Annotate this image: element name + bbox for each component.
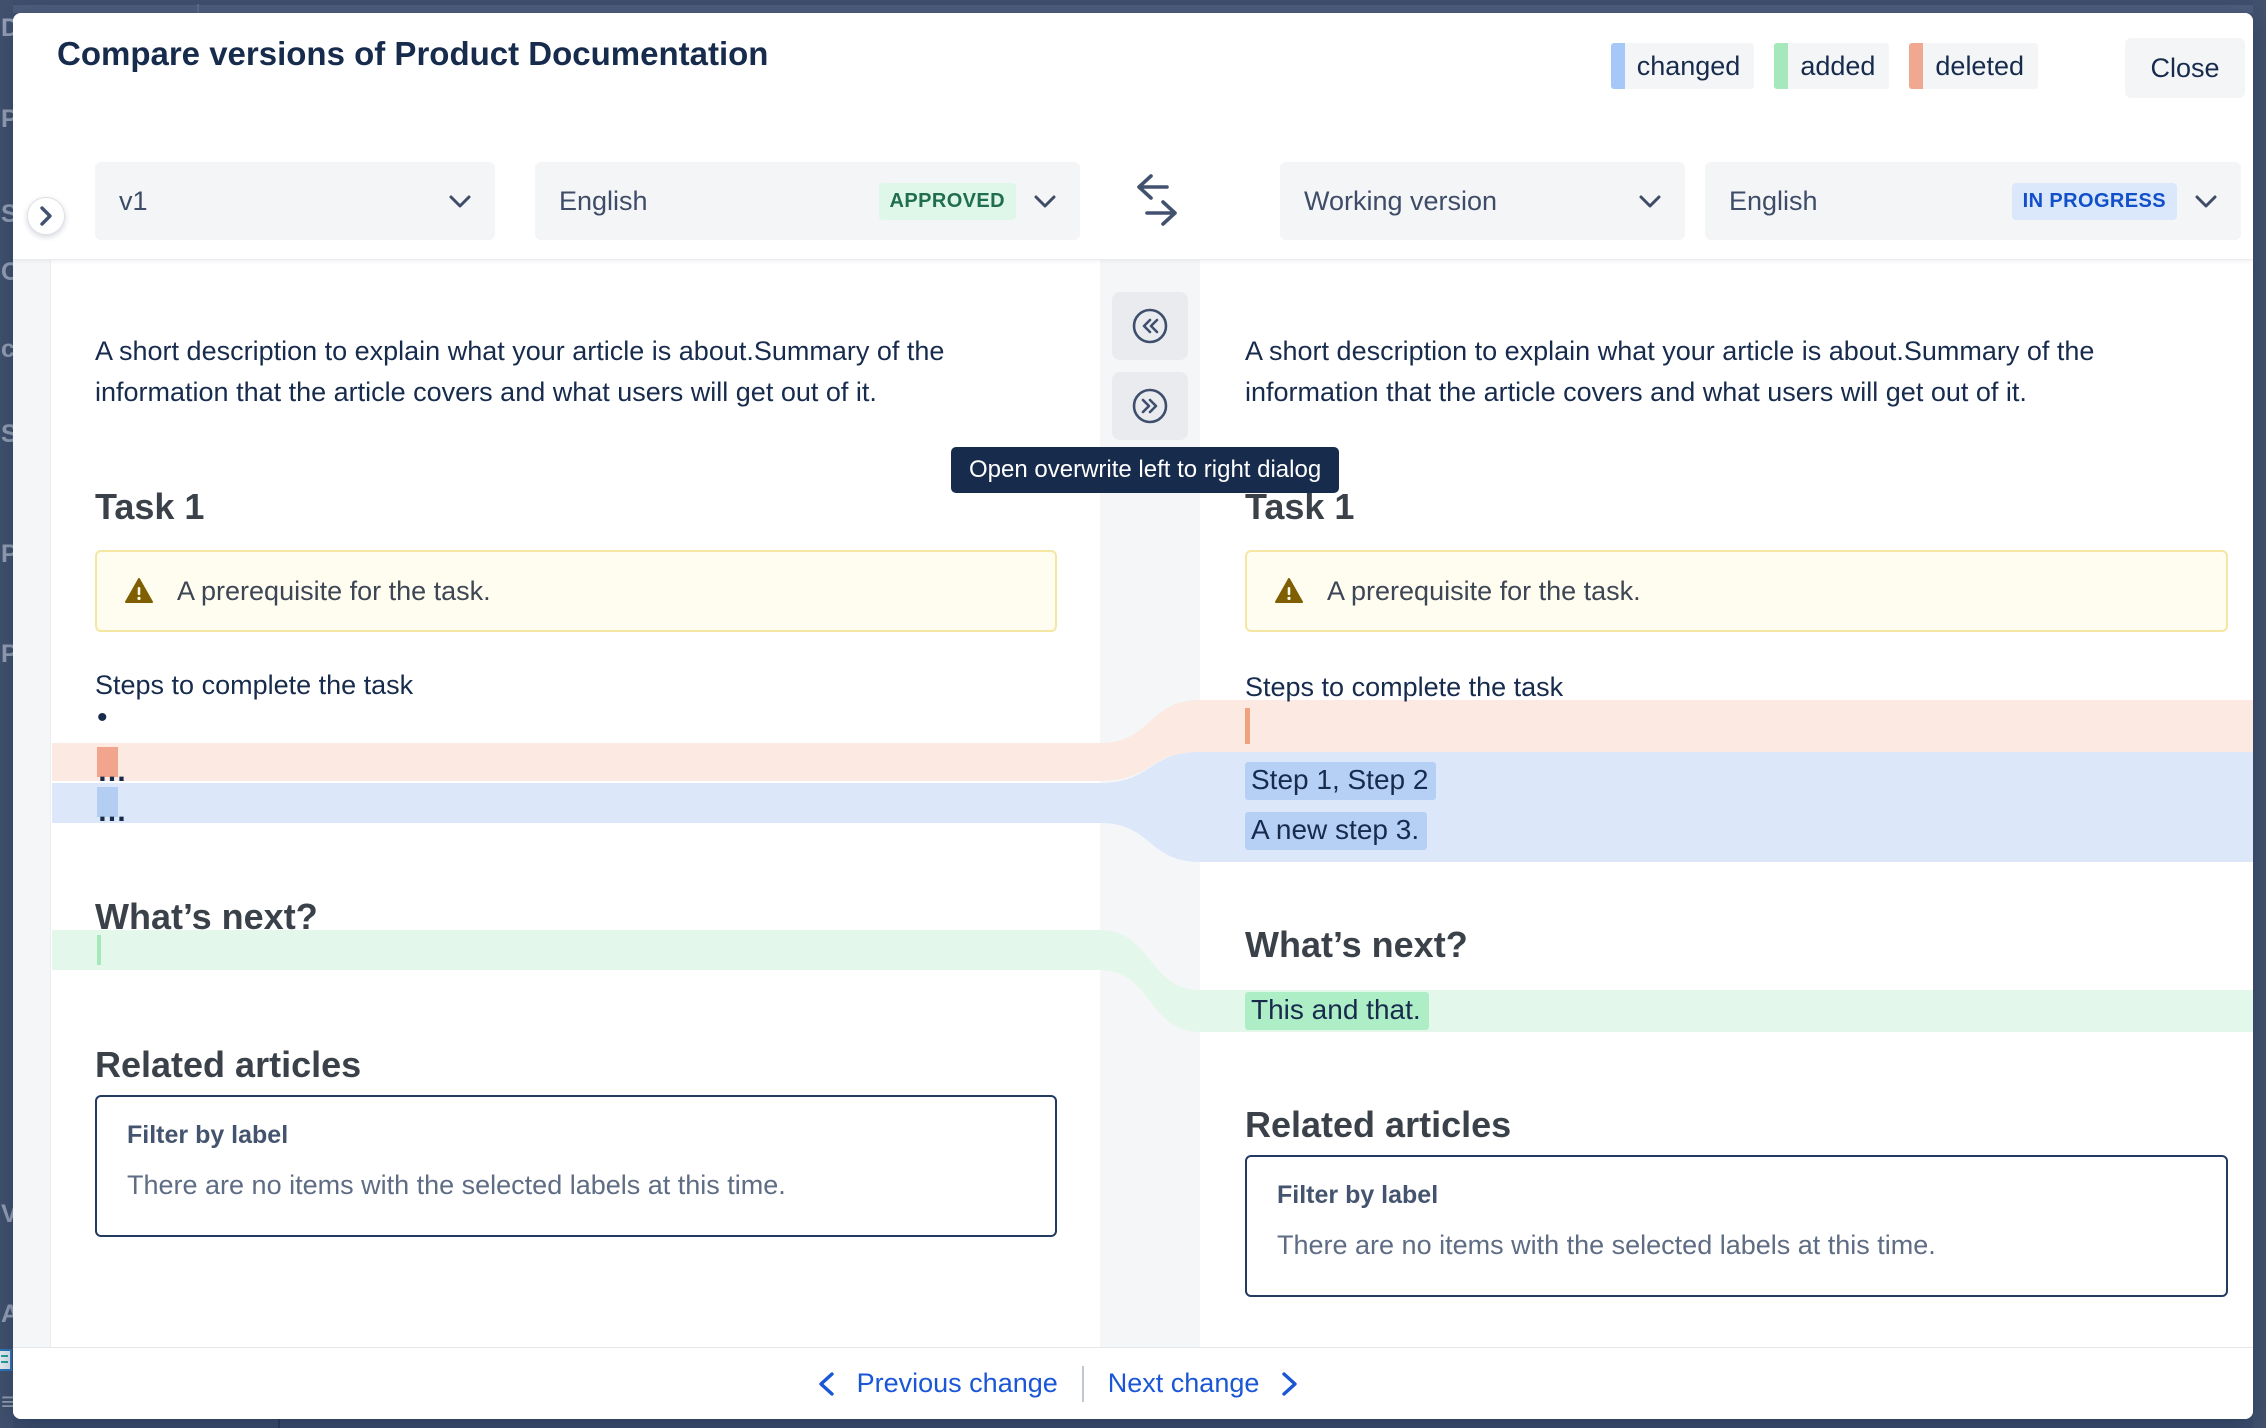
legend-label: deleted	[1923, 43, 2038, 89]
chevron-right-icon	[1281, 1371, 1299, 1397]
left-changed-row: …	[52, 783, 1100, 823]
changed-text-line: Step 1, Step 2	[1245, 764, 1436, 796]
double-chevron-right-circle-icon	[1131, 387, 1169, 425]
overwrite-left-to-right-button[interactable]	[1112, 372, 1188, 440]
page-bottom-divider	[278, 1419, 280, 1428]
previous-change-button[interactable]: Previous change	[817, 1368, 1058, 1399]
filter-empty-message: There are no items with the selected lab…	[127, 1170, 1025, 1201]
sidebar-text-fragment: Do	[1, 14, 13, 43]
right-changed-row: Step 1, Step 2 A new step 3.	[1200, 752, 2253, 862]
legend-color-strip	[1611, 43, 1625, 89]
right-warning-text: A prerequisite for the task.	[1327, 576, 1641, 607]
left-description: A short description to explain what your…	[95, 331, 1025, 413]
sidebar-text-fragment: Se	[1, 420, 13, 449]
sidebar-text-fragment: O	[1, 258, 13, 287]
page-bottom-bar	[0, 1419, 2266, 1428]
right-version-value: Working version	[1304, 186, 1497, 217]
changed-text-line: A new step 3.	[1245, 814, 1427, 846]
legend-color-strip	[1909, 43, 1923, 89]
double-chevron-left-circle-icon	[1131, 307, 1169, 345]
page-top-divider	[197, 4, 199, 13]
sidebar-text-fragment: AP	[1, 1300, 13, 1329]
expand-sidebar-button[interactable]	[27, 197, 65, 235]
right-warning-panel: A prerequisite for the task.	[1245, 550, 2228, 632]
tooltip: Open overwrite left to right dialog	[951, 447, 1339, 493]
left-version-select[interactable]: v1	[95, 162, 495, 240]
warning-icon	[125, 578, 153, 604]
sidebar-text-fragment: co	[1, 335, 13, 364]
right-related-heading: Related articles	[1245, 1104, 1511, 1146]
left-warning-text: A prerequisite for the task.	[177, 576, 491, 607]
list-bullet: •	[97, 701, 108, 735]
overwrite-right-to-left-button[interactable]	[1112, 292, 1188, 360]
chevron-left-icon	[817, 1371, 835, 1397]
right-description: A short description to explain what your…	[1245, 331, 2175, 413]
diff-connectors	[1100, 663, 1200, 1063]
sidebar-text-fragment: P	[1, 540, 13, 569]
right-added-row: This and that.	[1200, 990, 2253, 1032]
left-task-heading: Task 1	[95, 486, 204, 528]
legend-label: changed	[1625, 43, 1755, 89]
filter-by-label: Filter by label	[1277, 1181, 2196, 1210]
collapsed-ellipsis: …	[97, 795, 126, 829]
right-whats-next-heading: What’s next?	[1245, 924, 1468, 966]
sidebar-text-fragment: ≡	[1, 1388, 13, 1417]
page-title: Compare versions of Product Documentatio…	[57, 35, 768, 73]
filter-empty-message: There are no items with the selected lab…	[1277, 1230, 2196, 1261]
right-related-articles-box: Filter by label There are no items with …	[1245, 1155, 2228, 1297]
chevron-down-icon	[449, 195, 471, 208]
warning-icon	[1275, 578, 1303, 604]
legend-changed: changed	[1611, 43, 1755, 89]
footer-divider	[1082, 1366, 1084, 1402]
left-related-articles-box: Filter by label There are no items with …	[95, 1095, 1057, 1237]
compare-versions-dialog: Compare versions of Product Documentatio…	[13, 13, 2253, 1419]
right-language-select[interactable]: English IN PROGRESS	[1705, 162, 2241, 240]
left-version-value: v1	[119, 186, 148, 217]
left-related-heading: Related articles	[95, 1044, 361, 1086]
diff-legend: changed added deleted	[1611, 43, 2038, 89]
left-language-value: English	[559, 186, 648, 217]
close-button[interactable]: Close	[2125, 38, 2245, 98]
right-steps-label: Steps to complete the task	[1245, 667, 1563, 708]
deleted-marker-bar	[1245, 708, 1250, 744]
dialog-header: Compare versions of Product Documentatio…	[13, 13, 2253, 260]
sidebar-text-fragment: Ve	[1, 1200, 13, 1229]
chevron-down-icon	[2195, 195, 2217, 208]
legend-deleted: deleted	[1909, 43, 2038, 89]
filter-by-label: Filter by label	[127, 1121, 1025, 1150]
left-language-select[interactable]: English APPROVED	[535, 162, 1080, 240]
legend-label: added	[1788, 43, 1889, 89]
chevron-down-icon	[1034, 195, 1056, 208]
swap-direction-icon[interactable]	[1129, 171, 1185, 231]
sidebar-doc-icon	[0, 1349, 12, 1371]
chevron-down-icon	[1639, 195, 1661, 208]
left-deleted-row: …	[52, 743, 1100, 781]
left-whats-next-heading: What’s next?	[95, 896, 318, 938]
sidebar-text-fragment: SH	[1, 200, 13, 229]
added-text-line: This and that.	[1245, 994, 1429, 1026]
status-badge-approved: APPROVED	[879, 183, 1016, 220]
sidebar-text-fragment: Pl	[1, 105, 13, 134]
right-version-select[interactable]: Working version	[1280, 162, 1685, 240]
page-sidebar-edge: Do Pl SH Oco Se P Pr Ve AP ≡	[0, 0, 13, 1428]
legend-color-strip	[1774, 43, 1788, 89]
status-badge-in-progress: IN PROGRESS	[2012, 183, 2177, 220]
page-top-bar	[0, 0, 2266, 13]
sidebar-text-fragment: Pr	[1, 640, 13, 669]
left-warning-panel: A prerequisite for the task.	[95, 550, 1057, 632]
left-steps-label: Steps to complete the task	[95, 665, 413, 706]
next-change-button[interactable]: Next change	[1108, 1368, 1300, 1399]
legend-added: added	[1774, 43, 1889, 89]
dialog-footer: Previous change Next change	[13, 1347, 2253, 1419]
chevron-right-icon	[39, 206, 53, 226]
right-language-value: English	[1729, 186, 1818, 217]
page-right-edge	[2253, 0, 2266, 1428]
added-marker-bar	[97, 935, 101, 965]
